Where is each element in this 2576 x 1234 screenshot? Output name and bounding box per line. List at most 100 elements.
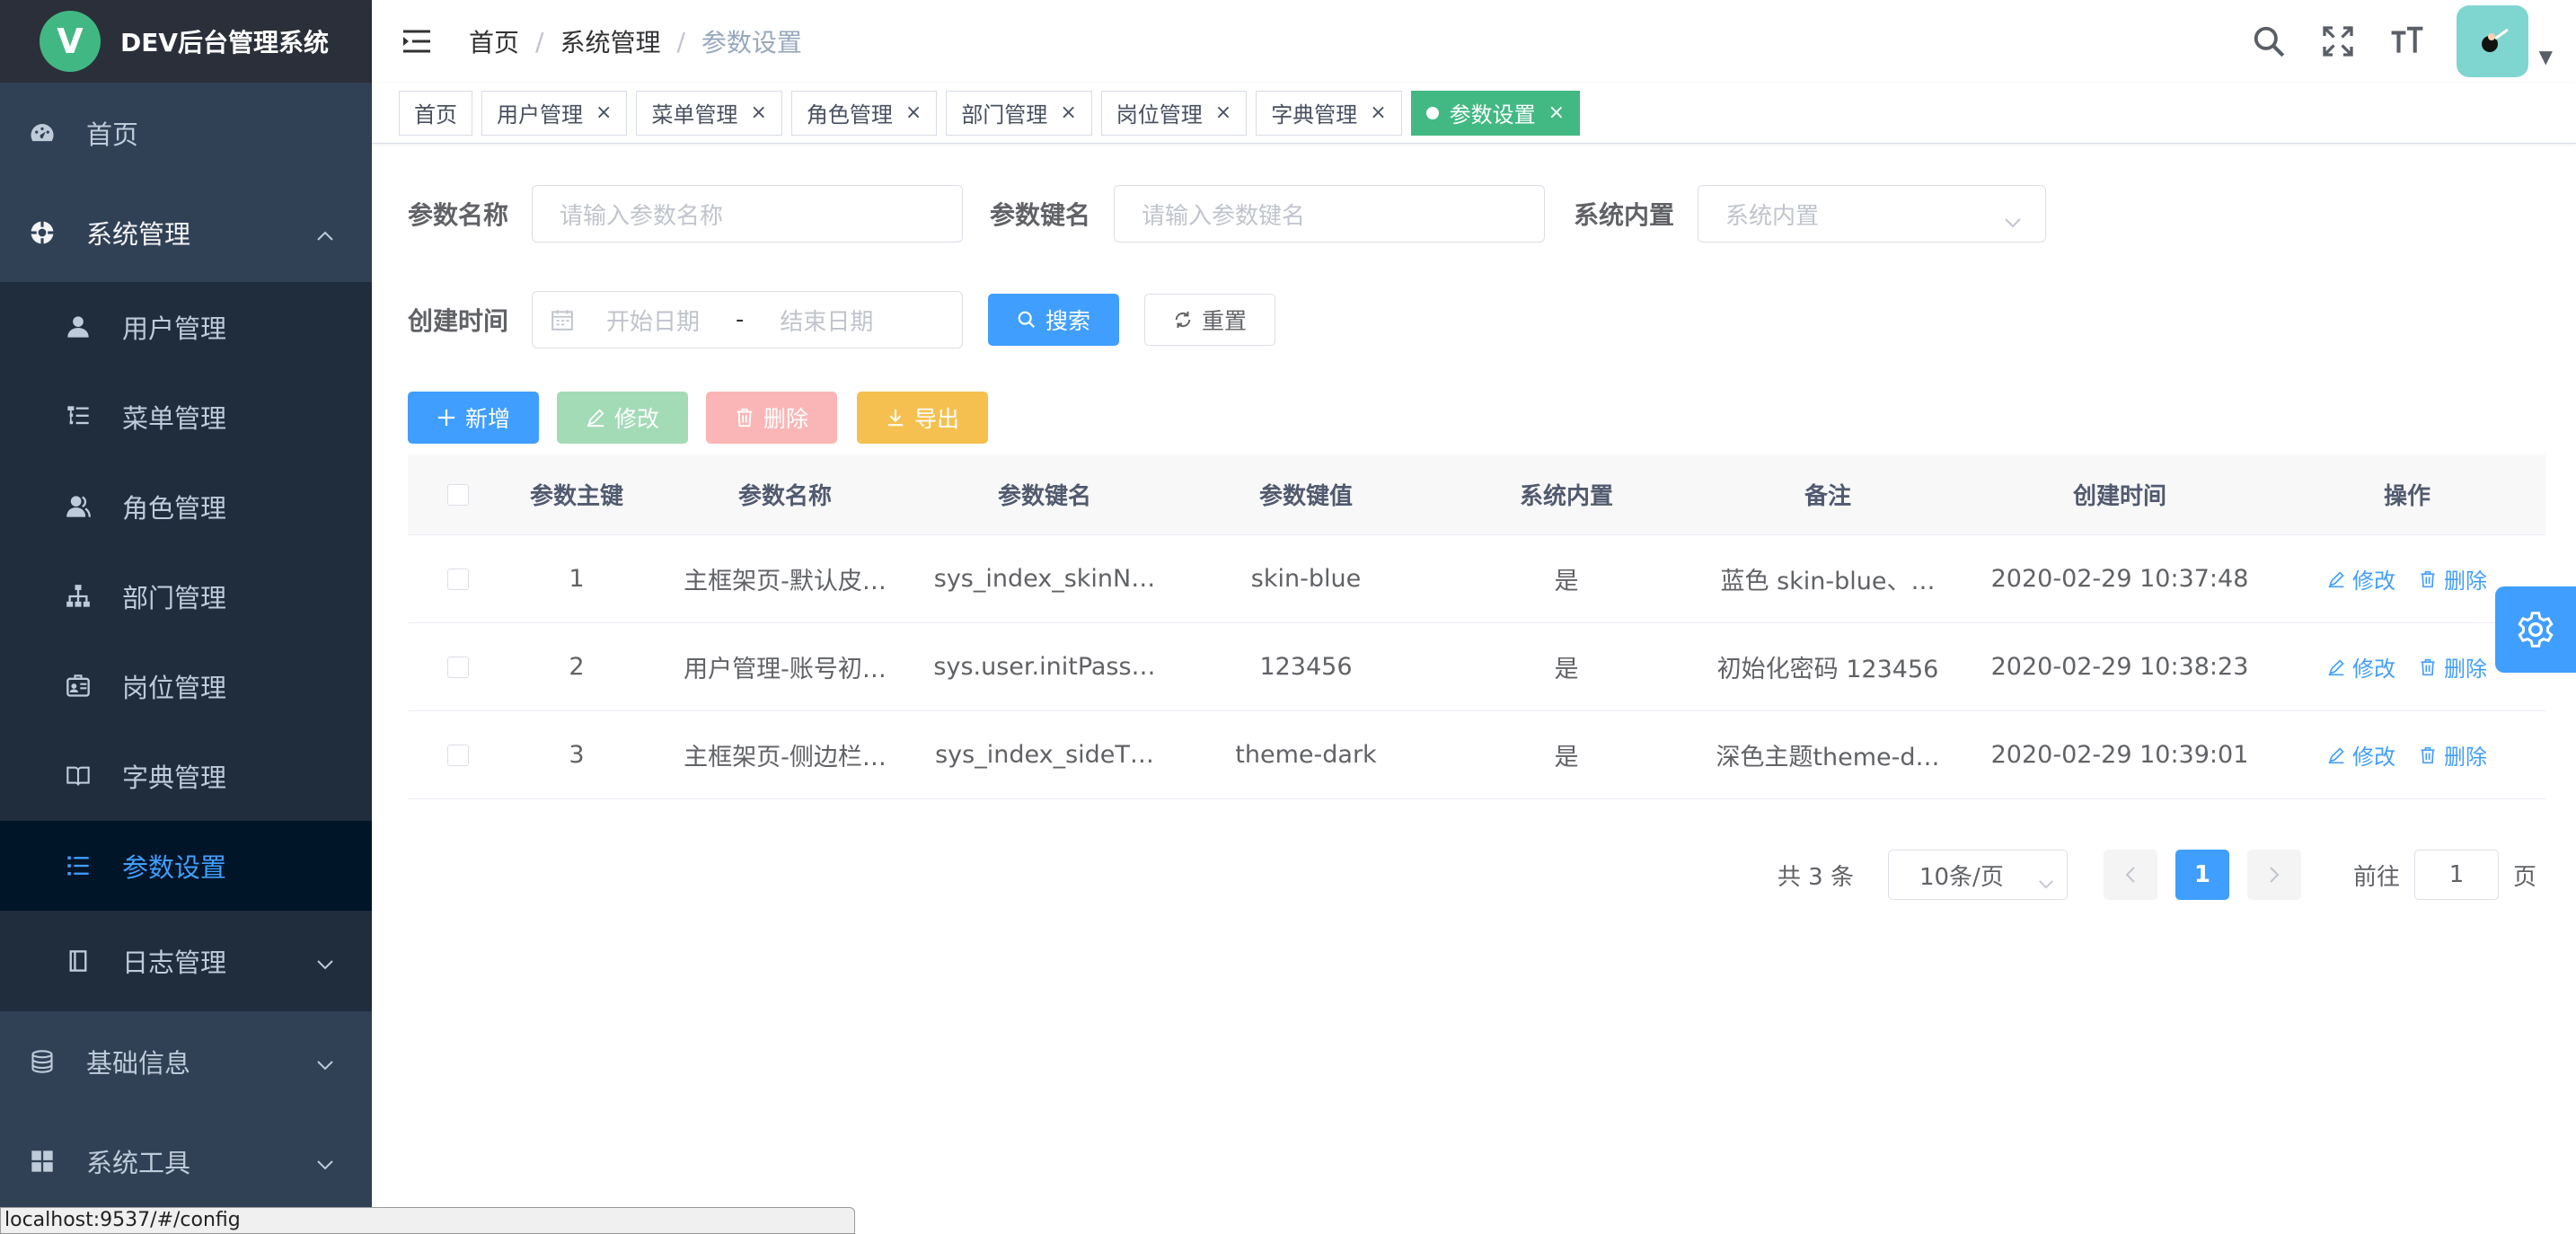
config-name-input[interactable]: 请输入参数名称 <box>532 185 964 242</box>
close-icon[interactable]: × <box>750 101 766 124</box>
settings-button[interactable] <box>2495 586 2576 673</box>
config-key-label: 参数键名 <box>990 200 1091 230</box>
calendar-icon <box>551 308 574 331</box>
column-header[interactable]: 参数名称 <box>645 478 925 511</box>
row-checkbox[interactable] <box>447 656 469 678</box>
row-edit-button[interactable]: 修改 <box>2327 651 2395 683</box>
list-icon <box>65 852 92 879</box>
end-date-input[interactable]: 结束日期 <box>780 304 873 337</box>
config-type-select[interactable]: 系统内置 <box>1698 185 2047 242</box>
close-icon[interactable]: × <box>905 101 922 124</box>
tag-user[interactable]: 用户管理 × <box>481 90 628 136</box>
page-size-select[interactable]: 10条/页 <box>1887 850 2068 900</box>
row-edit-label: 修改 <box>2352 657 2395 682</box>
tag-role[interactable]: 角色管理 × <box>790 90 938 136</box>
column-header[interactable]: 参数主键 <box>508 478 645 511</box>
cell-value: skin-blue <box>1250 565 1362 593</box>
range-separator: - <box>736 306 745 333</box>
logo[interactable]: V DEV后台管理系统 <box>0 0 372 83</box>
sidebar-item-label: 菜单管理 <box>122 403 227 434</box>
tags-view: 首页 用户管理 × 菜单管理 × 角色管理 × 部门管理 × 岗位管理 × 字典管理 × 参… <box>372 83 2576 144</box>
close-icon[interactable]: × <box>1060 101 1076 124</box>
tree-table-icon <box>65 403 92 430</box>
export-button[interactable]: 导出 <box>857 392 988 444</box>
close-icon[interactable]: × <box>595 101 612 124</box>
sidebar-item-role[interactable]: 角色管理 <box>0 462 372 551</box>
table-row[interactable]: 2 用户管理-账号初… sys.user.initPass… 123456 是 … <box>408 623 2545 711</box>
edit-button[interactable]: 修改 <box>557 392 688 444</box>
sidebar-item-system[interactable]: 系统管理 <box>0 182 372 282</box>
goto-label: 前往 <box>2352 863 2400 891</box>
sidebar-item-menu[interactable]: 菜单管理 <box>0 372 372 462</box>
row-delete-button[interactable]: 删除 <box>2419 739 2487 771</box>
sidebar-item-post[interactable]: 岗位管理 <box>0 641 372 731</box>
config-key-input[interactable]: 请输入参数键名 <box>1114 185 1546 242</box>
close-icon[interactable]: × <box>1215 101 1231 124</box>
sidebar-item-dept[interactable]: 部门管理 <box>0 551 372 641</box>
add-button[interactable]: 新增 <box>408 392 539 444</box>
app-title: DEV后台管理系统 <box>120 28 330 57</box>
search-button-label: 搜索 <box>1045 308 1091 334</box>
row-delete-button[interactable]: 删除 <box>2419 651 2487 683</box>
font-size-icon[interactable] <box>2387 22 2427 61</box>
column-header[interactable]: 参数键名 <box>925 478 1164 511</box>
sidebar-item-dict[interactable]: 字典管理 <box>0 731 372 821</box>
cell-builtin: 是 <box>1554 568 1579 595</box>
next-page-button[interactable] <box>2246 850 2301 900</box>
row-checkbox[interactable] <box>447 568 469 590</box>
caret-down-icon[interactable]: ▼ <box>2539 46 2553 67</box>
row-checkbox[interactable] <box>447 744 469 766</box>
row-edit-button[interactable]: 修改 <box>2327 739 2395 771</box>
start-date-input[interactable]: 开始日期 <box>606 304 700 337</box>
sidebar-item-tools[interactable]: 系统工具 <box>0 1111 372 1211</box>
sidebar-item-config[interactable]: 参数设置 <box>0 821 372 911</box>
table-row[interactable]: 3 主框架页-侧边栏… sys_index_sideT… theme-dark … <box>408 711 2545 799</box>
breadcrumb-home[interactable]: 首页 <box>469 23 519 59</box>
column-header[interactable]: 备注 <box>1685 478 1971 511</box>
cell-key: sys_index_skinN… <box>933 565 1156 593</box>
tag-post[interactable]: 岗位管理 × <box>1100 90 1248 136</box>
sidebar-item-basic-info[interactable]: 基础信息 <box>0 1011 372 1111</box>
tag-dict[interactable]: 字典管理 × <box>1256 90 1402 136</box>
sidebar-item-label: 日志管理 <box>122 948 227 978</box>
sidebar-item-home[interactable]: 首页 <box>0 83 372 182</box>
select-all-checkbox[interactable] <box>447 483 469 506</box>
delete-button-label: 删除 <box>763 406 808 432</box>
hamburger-icon[interactable] <box>401 25 433 57</box>
table-row[interactable]: 1 主框架页-默认皮… sys_index_skinN… skin-blue 是… <box>408 535 2545 623</box>
search-button[interactable]: 搜索 <box>988 294 1120 346</box>
prev-page-button[interactable] <box>2103 850 2157 900</box>
search-icon <box>1017 310 1037 330</box>
config-name-label: 参数名称 <box>408 200 509 230</box>
post-icon <box>65 673 92 700</box>
date-range-picker[interactable]: 开始日期 - 结束日期 <box>532 291 964 348</box>
reset-button[interactable]: 重置 <box>1144 294 1276 346</box>
fullscreen-icon[interactable] <box>2318 22 2358 61</box>
page-number-button[interactable]: 1 <box>2175 850 2229 900</box>
row-edit-button[interactable]: 修改 <box>2327 563 2395 595</box>
tag-home[interactable]: 首页 <box>399 90 472 136</box>
tag-config[interactable]: 参数设置 × <box>1410 90 1581 136</box>
tag-label: 角色管理 <box>806 102 893 128</box>
column-header[interactable]: 参数键值 <box>1164 478 1448 511</box>
goto-page-input[interactable]: 1 <box>2413 850 2499 900</box>
search-icon[interactable] <box>2249 22 2289 61</box>
tag-menu[interactable]: 菜单管理 × <box>636 90 782 136</box>
tag-dept[interactable]: 部门管理 × <box>946 90 1092 136</box>
cell-time: 2020-02-29 10:38:23 <box>1990 653 2249 681</box>
row-delete-button[interactable]: 删除 <box>2419 563 2487 595</box>
placeholder: 请输入参数名称 <box>560 202 724 230</box>
close-icon[interactable]: × <box>1548 101 1565 124</box>
sidebar-item-log[interactable]: 日志管理 <box>0 911 372 1011</box>
column-header[interactable]: 系统内置 <box>1448 478 1685 511</box>
close-icon[interactable]: × <box>1370 101 1386 124</box>
delete-button[interactable]: 删除 <box>706 392 837 444</box>
sidebar: V DEV后台管理系统 首页 系统管理 用户管理 菜单管理 角色管理 部门管理 … <box>0 0 372 1234</box>
system-submenu: 用户管理 菜单管理 角色管理 部门管理 岗位管理 字典管理 参数设置 日志管理 <box>0 282 372 1011</box>
column-header[interactable]: 创建时间 <box>1971 478 2269 511</box>
avatar[interactable] <box>2456 5 2528 77</box>
breadcrumb-system[interactable]: 系统管理 <box>560 23 660 59</box>
breadcrumb-separator: / <box>676 26 685 57</box>
page-size-value: 10条/页 <box>1919 863 2004 891</box>
sidebar-item-user[interactable]: 用户管理 <box>0 282 372 372</box>
